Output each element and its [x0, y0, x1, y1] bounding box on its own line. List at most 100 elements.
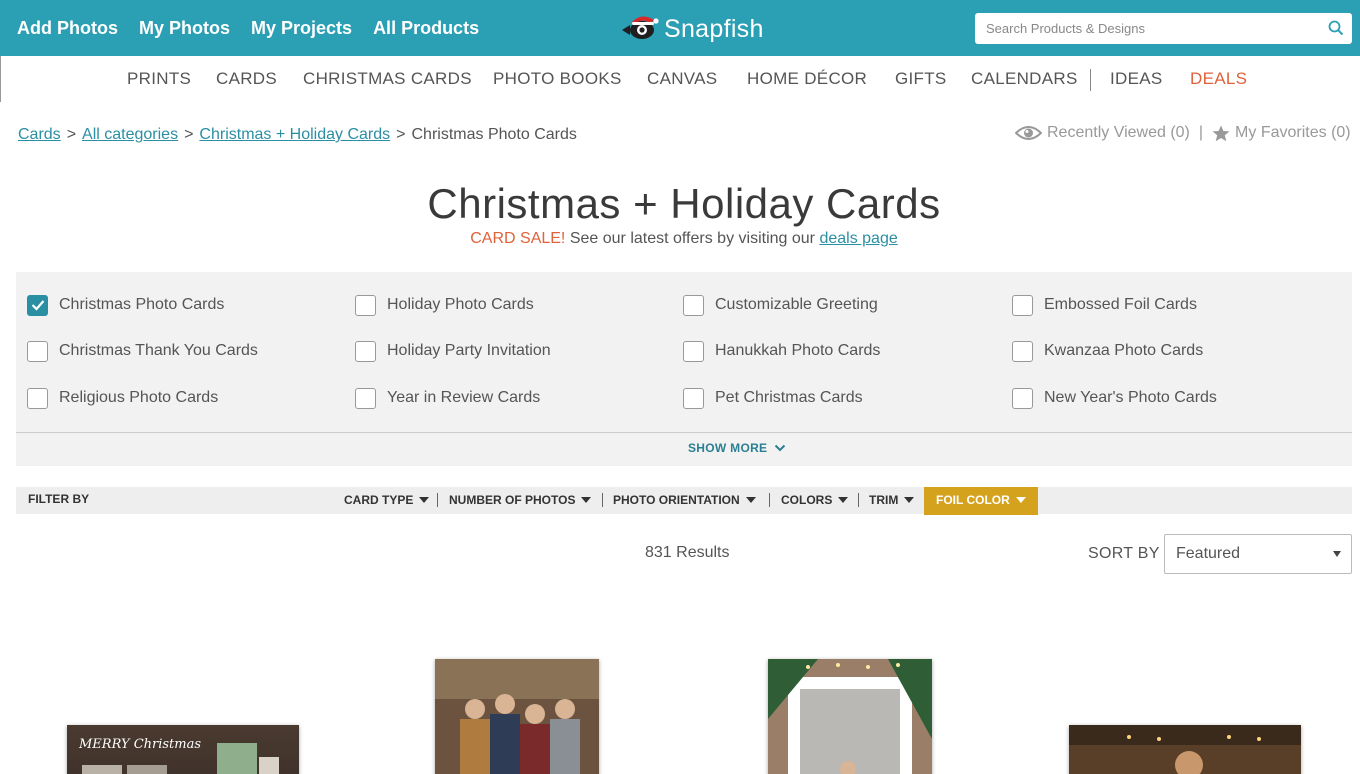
show-more-button[interactable]: SHOW MORE — [16, 441, 1360, 455]
subcategory-pet-christmas-cards[interactable]: Pet Christmas Cards — [683, 386, 863, 410]
checkbox[interactable] — [683, 387, 704, 409]
breadcrumb-separator: > — [66, 126, 77, 143]
subcategory-customizable-greeting[interactable]: Customizable Greeting — [683, 293, 878, 317]
caret-down-icon — [1015, 497, 1026, 503]
my-photos-link[interactable]: My Photos — [139, 18, 230, 39]
filter-separator — [602, 493, 603, 507]
logo-text: Snapfish — [664, 14, 764, 43]
subcategory-kwanzaa-photo-cards[interactable]: Kwanzaa Photo Cards — [1012, 339, 1203, 363]
filter-label: FOIL COLOR — [936, 493, 1010, 507]
deals-page-link[interactable]: deals page — [819, 230, 897, 247]
add-photos-link[interactable]: Add Photos — [17, 18, 118, 39]
subcategory-christmas-thank-you[interactable]: Christmas Thank You Cards — [27, 339, 258, 363]
nav-divider — [1090, 69, 1091, 91]
snapfish-logo[interactable]: Snapfish — [620, 10, 764, 48]
nav-photo-books[interactable]: PHOTO BOOKS — [493, 69, 622, 89]
checkbox[interactable] — [27, 387, 48, 409]
filter-number-of-photos[interactable]: NUMBER OF PHOTOS — [449, 493, 592, 507]
top-links: Add Photos My Photos My Projects All Pro… — [17, 0, 500, 56]
filter-by-label: FILTER BY — [28, 492, 90, 506]
subcategory-label: Holiday Party Invitation — [387, 342, 551, 359]
subcategory-panel: Christmas Photo Cards Holiday Photo Card… — [16, 272, 1352, 466]
family-photo-image — [435, 659, 599, 774]
checkbox[interactable] — [1012, 294, 1033, 316]
checkbox[interactable] — [1012, 387, 1033, 409]
checkbox[interactable] — [355, 387, 376, 409]
sort-by-label: SORT BY — [1088, 545, 1160, 562]
chevron-down-icon — [774, 444, 786, 452]
search-input[interactable] — [975, 13, 1315, 44]
subcategory-label: Christmas Photo Cards — [59, 296, 225, 313]
product-card-wreath-frame[interactable] — [768, 659, 932, 774]
product-card-holiday-dinner[interactable] — [1069, 725, 1301, 774]
sort-select[interactable]: Featured — [1164, 534, 1352, 574]
product-card-family-photo[interactable] — [435, 659, 599, 774]
panel-divider — [16, 432, 1352, 433]
nav-ideas[interactable]: IDEAS — [1110, 69, 1163, 89]
nav-gifts[interactable]: GIFTS — [895, 69, 947, 89]
breadcrumb-all-categories[interactable]: All categories — [82, 126, 178, 143]
checkmark-icon — [31, 300, 44, 311]
subcategory-label: Hanukkah Photo Cards — [715, 342, 881, 359]
dinner-photo-image — [1069, 725, 1301, 774]
recently-viewed-link[interactable]: Recently Viewed (0) — [1047, 124, 1190, 142]
checkbox[interactable] — [27, 294, 48, 316]
subcategory-label: Pet Christmas Cards — [715, 389, 863, 406]
subcategory-year-in-review[interactable]: Year in Review Cards — [355, 386, 540, 410]
card-photo — [82, 765, 122, 774]
subcategory-label: Customizable Greeting — [715, 296, 878, 313]
caret-down-icon — [581, 497, 592, 503]
all-products-link[interactable]: All Products — [373, 18, 479, 39]
subcategory-embossed-foil-cards[interactable]: Embossed Foil Cards — [1012, 293, 1197, 317]
show-more-label: SHOW MORE — [687, 441, 768, 455]
filter-label: CARD TYPE — [344, 493, 414, 507]
nav-calendars[interactable]: CALENDARS — [971, 69, 1078, 89]
caret-down-icon — [745, 497, 756, 503]
breadcrumb-christmas-holiday[interactable]: Christmas + Holiday Cards — [199, 126, 390, 143]
wreath-card-image — [768, 659, 932, 774]
card-photo — [259, 757, 279, 774]
filter-photo-orientation[interactable]: PHOTO ORIENTATION — [613, 493, 756, 507]
nav-canvas[interactable]: CANVAS — [647, 69, 717, 89]
breadcrumb-cards[interactable]: Cards — [18, 126, 61, 143]
nav-deals[interactable]: DEALS — [1190, 69, 1247, 89]
subcategory-holiday-photo-cards[interactable]: Holiday Photo Cards — [355, 293, 534, 317]
subcategory-holiday-party-invitation[interactable]: Holiday Party Invitation — [355, 339, 551, 363]
dropdown-arrow-icon — [1333, 551, 1341, 557]
filter-foil-color[interactable]: FOIL COLOR — [924, 487, 1038, 515]
search-icon[interactable] — [1328, 20, 1344, 36]
sale-label: CARD SALE! — [470, 230, 566, 247]
checkbox[interactable] — [355, 340, 376, 362]
nav-christmas-cards[interactable]: CHRISTMAS CARDS — [303, 69, 472, 89]
star-icon — [1212, 125, 1230, 141]
breadcrumb-separator: > — [184, 126, 194, 143]
filter-colors[interactable]: COLORS — [781, 493, 849, 507]
checkbox[interactable] — [355, 294, 376, 316]
breadcrumb-separator: > — [396, 126, 406, 143]
subcategory-hanukkah-photo-cards[interactable]: Hanukkah Photo Cards — [683, 339, 880, 363]
nav-home-decor[interactable]: HOME DÉCOR — [747, 69, 867, 89]
subcategory-label: Embossed Foil Cards — [1044, 296, 1197, 313]
filter-separator — [858, 493, 859, 507]
subcategory-label: Holiday Photo Cards — [387, 296, 534, 313]
checkbox[interactable] — [1012, 340, 1033, 362]
nav-cards[interactable]: CARDS — [216, 69, 277, 89]
checkbox[interactable] — [27, 340, 48, 362]
my-projects-link[interactable]: My Projects — [251, 18, 352, 39]
results-count: 831 Results — [645, 544, 730, 561]
favorites-link[interactable]: My Favorites (0) — [1235, 124, 1351, 142]
subcategory-religious-photo-cards[interactable]: Religious Photo Cards — [27, 386, 218, 410]
subcategory-christmas-photo-cards[interactable]: Christmas Photo Cards — [27, 293, 224, 317]
nav-prints[interactable]: PRINTS — [127, 69, 191, 89]
filter-trim[interactable]: TRIM — [869, 493, 915, 507]
subcategory-label: New Year's Photo Cards — [1044, 389, 1217, 406]
filter-card-type[interactable]: CARD TYPE — [344, 493, 430, 507]
subcategory-label: Kwanzaa Photo Cards — [1044, 342, 1204, 359]
filter-separator — [769, 493, 770, 507]
search-box — [975, 13, 1352, 44]
product-card-merry-christmas[interactable]: MERRY Christmas — [67, 725, 299, 774]
subcategory-new-years-photo-cards[interactable]: New Year's Photo Cards — [1012, 386, 1217, 410]
checkbox[interactable] — [683, 294, 704, 316]
checkbox[interactable] — [683, 340, 704, 362]
card-photo — [127, 765, 167, 774]
